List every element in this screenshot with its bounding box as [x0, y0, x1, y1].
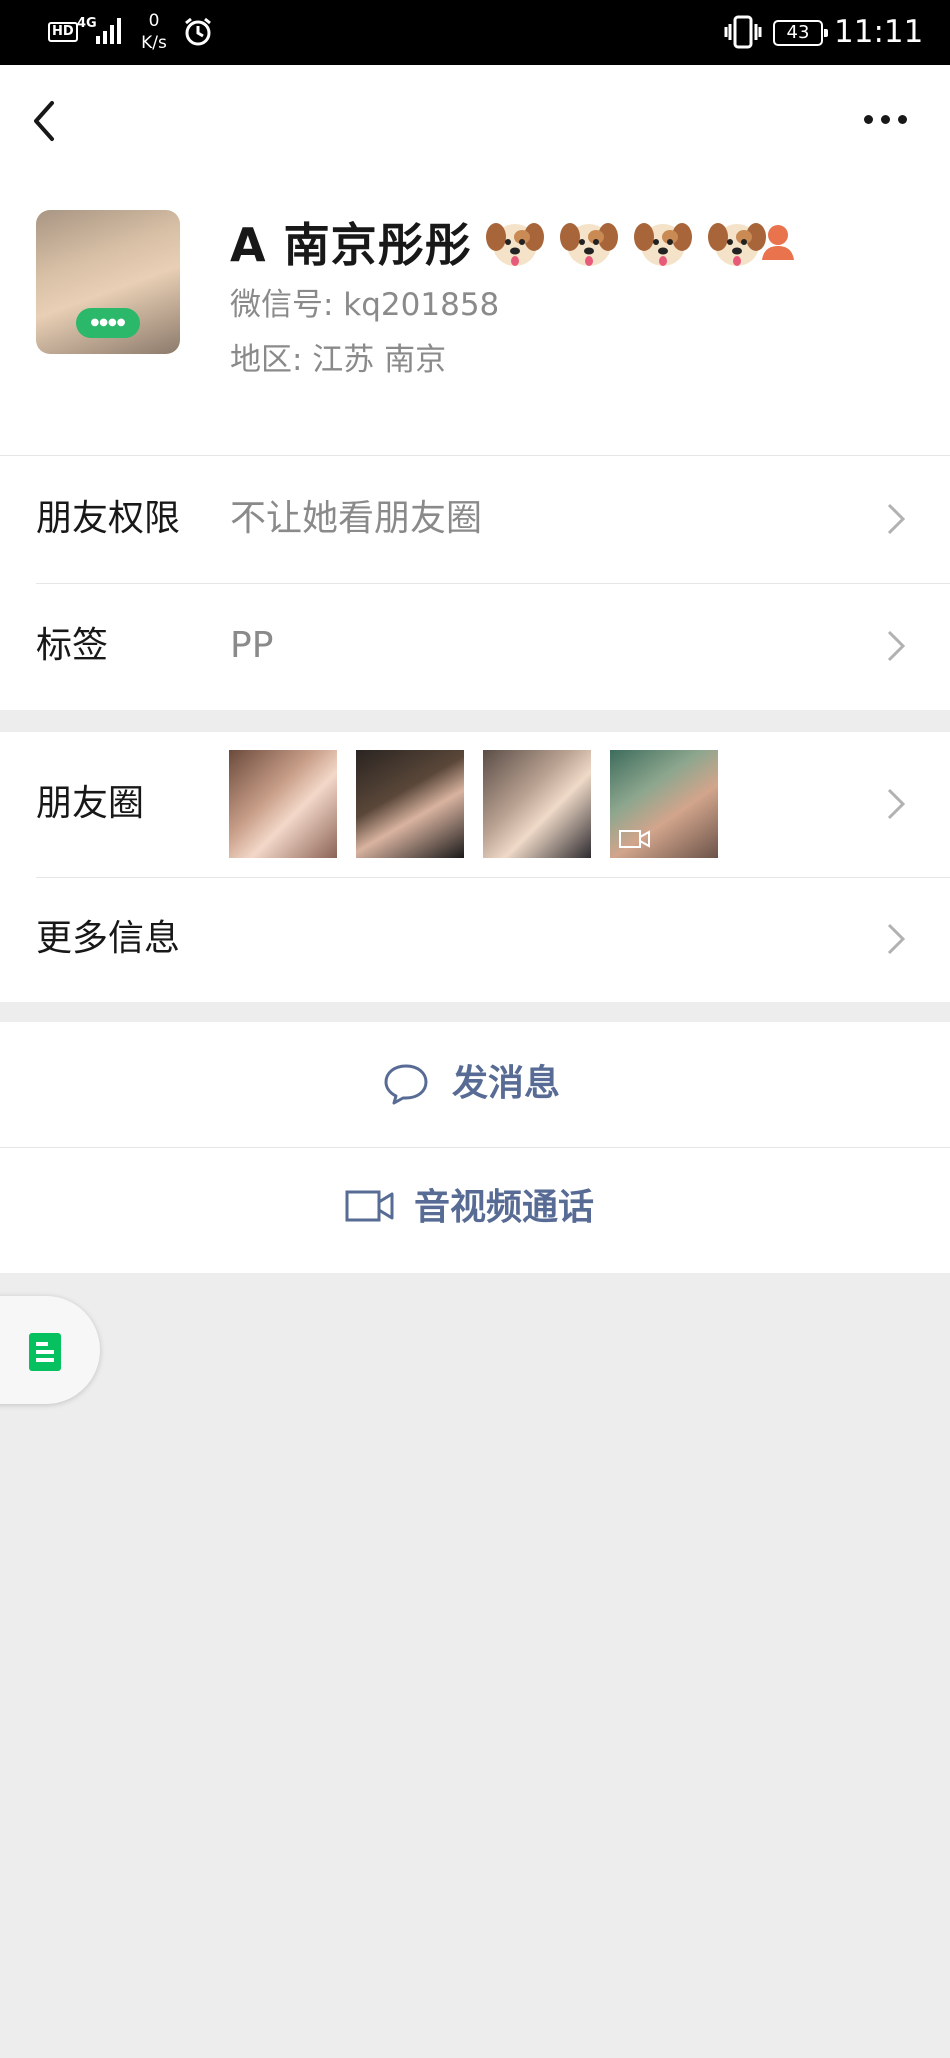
region: 地区: 江苏 南京	[230, 342, 447, 378]
nav-bar	[0, 65, 950, 175]
back-icon[interactable]	[22, 93, 70, 149]
moments-thumbnail	[610, 750, 718, 858]
info-block: 朋友圈 更多信息	[0, 732, 950, 1002]
signal-icon	[96, 18, 121, 44]
avatar-badge: ●●●●	[76, 308, 140, 338]
profile-name-text: A 南京彤彤	[230, 218, 472, 272]
battery-level: 43	[786, 22, 810, 43]
tags-label: 标签	[36, 625, 109, 666]
chevron-right-icon	[887, 923, 906, 955]
floating-note-button[interactable]	[0, 1296, 100, 1404]
more-info-label: 更多信息	[36, 918, 181, 959]
speed-value: 0	[148, 11, 160, 31]
moments-thumbnail	[483, 750, 591, 858]
dog-face-icon	[559, 223, 618, 266]
dog-face-icon	[707, 223, 766, 266]
settings-block: 朋友权限 不让她看朋友圈 标签 PP	[0, 455, 950, 710]
vibrate-icon	[724, 15, 762, 49]
chat-bubble-icon	[384, 1064, 428, 1105]
battery-icon: 43	[773, 20, 828, 46]
video-call-button[interactable]: 音视频通话	[0, 1148, 950, 1273]
chevron-right-icon	[887, 630, 906, 662]
network-speed: 0 K/s	[136, 10, 172, 54]
send-message-label: 发消息	[452, 1063, 561, 1104]
send-message-button[interactable]: 发消息	[0, 1022, 950, 1147]
more-icon[interactable]	[860, 115, 912, 155]
chevron-right-icon	[887, 788, 906, 820]
dog-face-icon	[485, 223, 544, 266]
dog-face-icon	[633, 223, 692, 266]
hd-indicator: HD	[48, 22, 78, 42]
video-camera-icon	[345, 1190, 394, 1222]
chevron-right-icon	[887, 503, 906, 535]
video-icon	[619, 830, 650, 848]
speed-unit: K/s	[141, 33, 167, 53]
wechat-id: 微信号: kq201858	[230, 287, 500, 323]
friend-permissions-value: 不让她看朋友圈	[230, 498, 483, 539]
row-moments[interactable]: 朋友圈	[0, 732, 950, 877]
row-friend-permissions[interactable]: 朋友权限 不让她看朋友圈	[0, 455, 950, 583]
moments-thumbnail	[356, 750, 464, 858]
row-tags[interactable]: 标签 PP	[0, 583, 950, 710]
row-more-info[interactable]: 更多信息	[0, 877, 950, 1002]
avatar[interactable]: ●●●●	[36, 210, 180, 354]
tags-value: PP	[230, 625, 274, 666]
moments-thumbnail	[229, 750, 337, 858]
status-bar: HD 4G 0 K/s 43 11:11	[0, 0, 950, 65]
friend-permissions-label: 朋友权限	[36, 498, 181, 539]
clock: 11:11	[834, 14, 924, 50]
alarm-icon	[185, 17, 211, 46]
profile-header: ●●●● A 南京彤彤 微信号: kq201858 地区: 江苏 南京	[0, 175, 950, 455]
document-icon	[29, 1333, 61, 1371]
star-friend-icon	[762, 225, 794, 260]
video-call-label: 音视频通话	[414, 1187, 595, 1228]
moments-label: 朋友圈	[36, 783, 145, 824]
profile-name: A 南京彤彤	[230, 215, 768, 275]
action-block: 发消息 音视频通话	[0, 1022, 950, 1273]
